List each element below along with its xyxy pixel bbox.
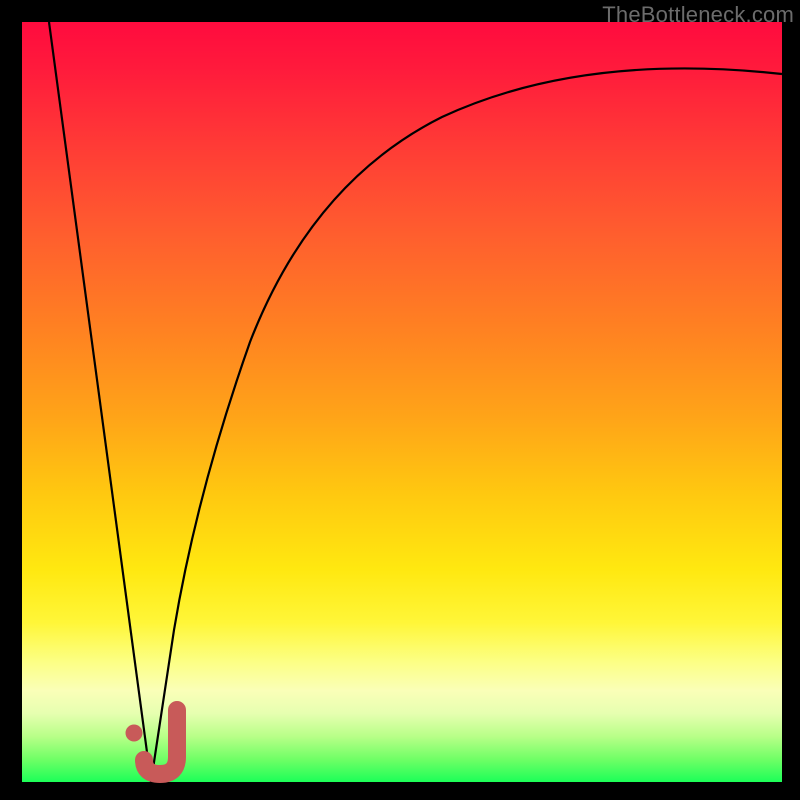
line-right-branch [151,68,782,782]
j-dot [126,725,143,742]
line-left-branch [49,22,151,782]
watermark-text: TheBottleneck.com [602,2,794,28]
chart-lines [22,22,782,782]
